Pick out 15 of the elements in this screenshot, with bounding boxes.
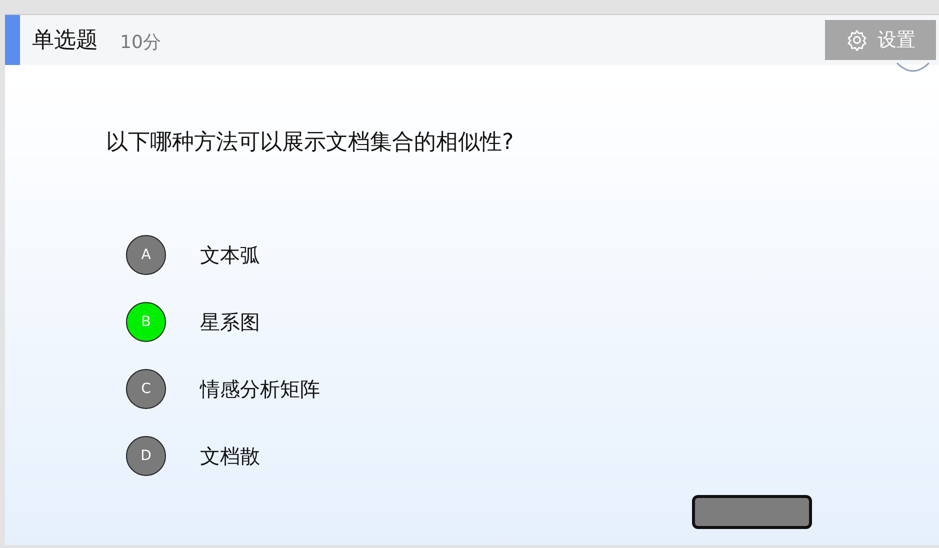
option-text: 情感分析矩阵 — [200, 376, 320, 402]
score-label: 10分 — [120, 31, 161, 54]
option-radio[interactable]: C — [126, 369, 166, 409]
option-radio[interactable]: A — [126, 235, 166, 275]
settings-button[interactable]: 设置 — [825, 20, 936, 60]
option-text: 星系图 — [200, 308, 260, 336]
question-type: 单选题 — [32, 27, 98, 55]
action-button[interactable] — [692, 495, 812, 529]
question-text: 以下哪种方法可以展示文档集合的相似性? — [106, 129, 515, 157]
option-text: 文本弧 — [200, 242, 260, 268]
option-radio[interactable]: D — [126, 436, 166, 476]
arc-icon — [895, 61, 931, 75]
option-text: 文档散 — [200, 442, 260, 470]
settings-icon — [846, 29, 868, 51]
accent-bar — [5, 15, 20, 65]
